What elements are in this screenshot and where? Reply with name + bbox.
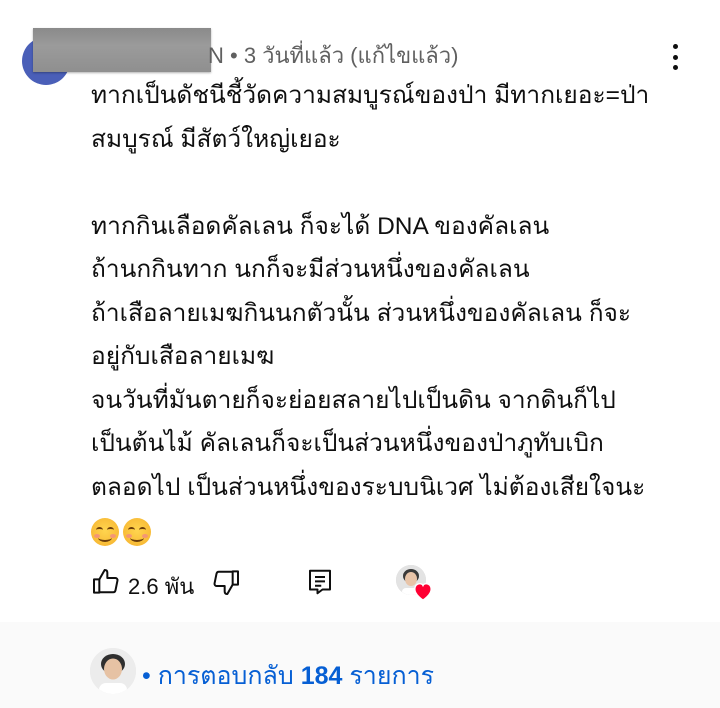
comment-meta: N • 3 วันที่แล้ว (แก้ไขแล้ว) <box>208 43 459 68</box>
comment-line: ทากกินเลือดคัลเลน ก็จะได้ DNA ของคัลเลน <box>91 212 550 240</box>
comment-line: ตลอดไป เป็นส่วนหนึ่งของระบบนิเวศ ไม่ต้อง… <box>91 473 646 501</box>
replies-count: 184 <box>300 662 343 690</box>
comment-line: ทากเป็นดัชนีชี้วัดความสมบูรณ์ของป่า มีทา… <box>91 82 650 109</box>
comment-line: จนวันที่มันตายก็จะย่อยสลายไปเป็นดิน จากด… <box>91 386 616 414</box>
more-options-icon[interactable] <box>663 40 687 74</box>
replies-suffix: รายการ <box>342 662 435 690</box>
comment-line: ถ้าเสือลายเมฆกินนกตัวนั้น ส่วนหนึ่งของคั… <box>91 299 632 327</box>
comment-line: อยู่กับเสือลายเมฆ <box>91 343 275 370</box>
redacted-username <box>33 28 211 72</box>
comment-card: N • 3 วันที่แล้ว (แก้ไขแล้ว) ทากเป็นดัชน… <box>0 0 720 622</box>
comment-line: สมบูรณ์ มีสัตว์ใหญ่เยอะ <box>91 125 341 153</box>
creator-reply-avatar[interactable] <box>90 648 136 694</box>
like-count: 2.6 พัน <box>128 574 195 599</box>
smiling-face-icon <box>91 517 119 546</box>
comment-emoji-line <box>91 509 711 553</box>
creator-heart-icon <box>396 565 436 603</box>
thumbs-down-icon[interactable] <box>210 566 242 598</box>
view-replies-link[interactable]: • การตอบกลับ 184 รายการ <box>142 656 434 696</box>
thumbs-up-icon[interactable] <box>90 566 122 598</box>
reply-icon[interactable] <box>305 566 335 598</box>
comment-line: เป็นต้นไม้ คัลเลนก็จะเป็นส่วนหนึ่งของป่า… <box>91 430 604 457</box>
heart-icon <box>412 581 434 601</box>
comment-blank-line <box>91 161 711 205</box>
replies-prefix: • การตอบกลับ <box>142 662 301 690</box>
comment-actions: 2.6 พัน <box>0 560 720 604</box>
comment-line: ถ้านกกินทาก นกก็จะมีส่วนหนึ่งของคัลเลน <box>91 256 530 283</box>
comment-text: ทากเป็นดัชนีชี้วัดความสมบูรณ์ของป่า มีทา… <box>91 74 711 553</box>
smiling-face-icon <box>123 517 151 546</box>
